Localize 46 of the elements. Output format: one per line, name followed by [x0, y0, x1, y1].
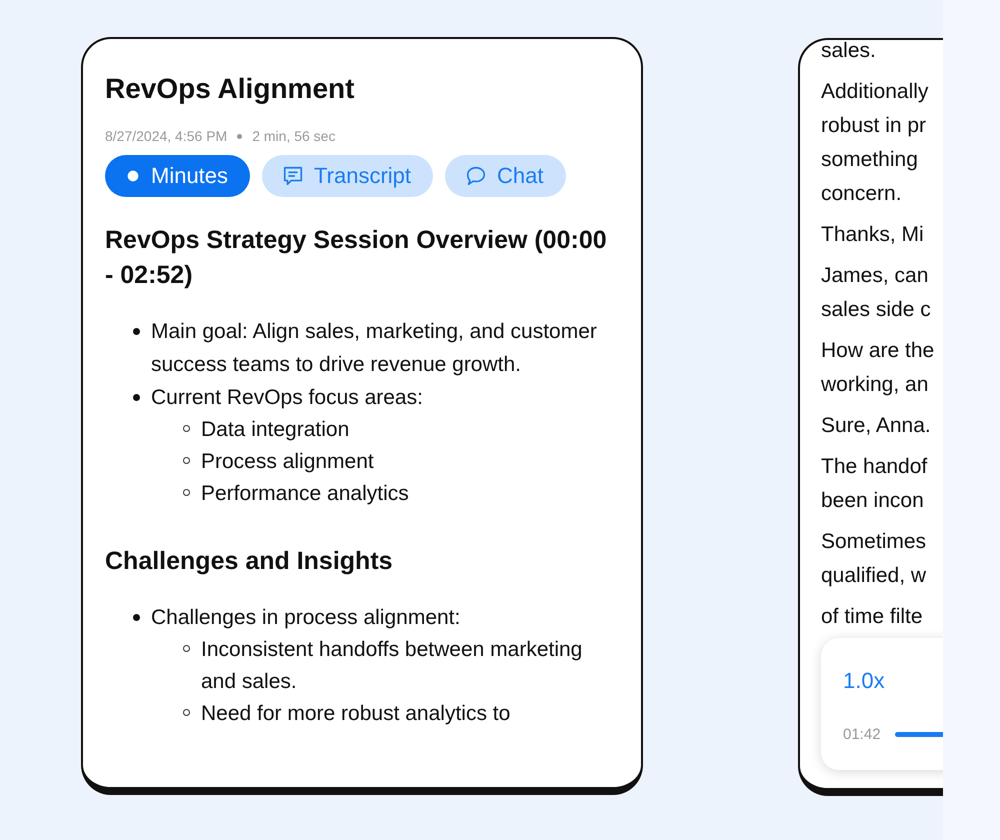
list-item: Inconsistent handoffs between marketing and sales. [201, 637, 584, 695]
circle-bullet-icon [183, 457, 190, 464]
section-heading: Challenges and Insights [105, 546, 394, 577]
tab[interactable]: Minutes [105, 155, 250, 197]
dot-icon [125, 168, 141, 184]
list-item: Process alignment [201, 449, 374, 475]
speech-bubble-icon [465, 165, 488, 187]
meeting-title: RevOps Alignment [105, 72, 356, 106]
meeting-date: 8/27/2024, 4:56 PM [105, 128, 228, 144]
transcript-line: Sure, Anna. [821, 413, 932, 439]
tab[interactable]: Chat [445, 155, 566, 197]
transcript-line: working, an [821, 372, 930, 398]
list-item: Performance analytics [201, 481, 409, 507]
circle-bullet-icon [183, 425, 190, 432]
circle-bullet-icon [183, 489, 190, 496]
transcript-line: Sometimes [821, 529, 928, 555]
list-item: Current RevOps focus areas: [151, 385, 423, 411]
separator-dot-icon [237, 134, 242, 138]
bullet-icon [133, 328, 140, 335]
transcript-line: sales. [821, 40, 877, 64]
message-lines-icon [282, 165, 304, 187]
transcript-line: Additionally [821, 79, 930, 105]
list-item: Challenges in process alignment: [151, 605, 460, 631]
speed-button[interactable]: 1.0x [843, 668, 885, 694]
transcript-line: qualified, w [821, 563, 928, 589]
list-item: Need for more robust analytics to [201, 701, 510, 727]
transcript-line: The handof [821, 454, 928, 480]
list-item: Data integration [201, 417, 350, 443]
transcript-line: sales side c [821, 297, 932, 323]
transcript-line: How are the [821, 338, 936, 364]
list-item: Main goal: Align sales, marketing, and customer success teams to drive revenue growth. [151, 319, 598, 378]
transcript-line: Thanks, Mi [821, 222, 925, 248]
circle-bullet-icon [183, 645, 190, 652]
section-heading: RevOps Strategy Session Overview (00:00 - 02:52) [105, 225, 608, 291]
transcript-line: something [821, 147, 919, 173]
tab[interactable]: Transcript [262, 155, 434, 197]
transcript-line: concern. [821, 181, 903, 207]
elapsed-time: 01:42 [843, 726, 881, 743]
bullet-icon [133, 394, 140, 401]
transcript-line: robust in pr [821, 113, 928, 139]
bullet-icon [133, 614, 140, 621]
meeting-duration: 2 min, 56 sec [252, 128, 336, 144]
transcript-line: been incon [821, 488, 925, 514]
transcript-line: of time filte [821, 604, 924, 630]
transcript-line: James, can [821, 263, 930, 289]
circle-bullet-icon [183, 709, 190, 716]
